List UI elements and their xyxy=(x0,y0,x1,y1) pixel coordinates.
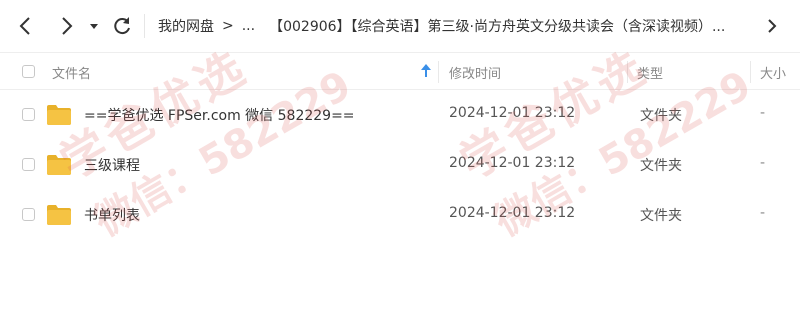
back-button[interactable] xyxy=(14,14,38,38)
folder-icon xyxy=(47,205,71,225)
file-modified: 2024-12-01 23:12 xyxy=(449,105,576,121)
breadcrumb: 我的网盘 > ... 【002906】【综合英语】第三级·尚方舟英文分级共读会（… xyxy=(158,16,725,36)
breadcrumb-root[interactable]: 我的网盘 xyxy=(158,16,214,36)
toolbar: 我的网盘 > ... 【002906】【综合英语】第三级·尚方舟英文分级共读会（… xyxy=(0,0,800,52)
file-size: - xyxy=(760,105,766,121)
file-row[interactable]: 书单列表 2024-12-01 23:12 文件夹 - xyxy=(0,190,800,240)
file-size: - xyxy=(760,155,766,171)
file-modified: 2024-12-01 23:12 xyxy=(449,205,576,221)
column-header-size[interactable]: 大小 xyxy=(760,63,786,82)
forward-button[interactable] xyxy=(54,14,78,38)
file-type: 文件夹 xyxy=(640,108,682,124)
folder-icon xyxy=(47,105,71,125)
file-type: 文件夹 xyxy=(640,158,682,174)
column-header-modified[interactable]: 修改时间 xyxy=(449,63,501,82)
refresh-icon xyxy=(114,17,130,35)
breadcrumb-current-folder[interactable]: 【002906】【综合英语】第三级·尚方舟英文分级共读会（含深读视频）... xyxy=(269,16,725,36)
file-row[interactable]: 三级课程 2024-12-01 23:12 文件夹 - xyxy=(0,140,800,190)
row-checkbox[interactable] xyxy=(22,108,35,121)
toolbar-divider xyxy=(144,14,145,38)
folder-icon xyxy=(47,155,71,175)
file-row[interactable]: ==学爸优选 FPSer.com 微信 582229== 2024-12-01 … xyxy=(0,90,800,140)
column-divider[interactable] xyxy=(438,61,439,83)
row-checkbox[interactable] xyxy=(22,158,35,171)
file-name[interactable]: 三级课程 xyxy=(84,155,140,175)
chevron-right-icon xyxy=(768,19,777,33)
column-header-row: 文件名 修改时间 类型 大小 xyxy=(0,52,800,90)
breadcrumb-scroll-right[interactable] xyxy=(765,17,779,39)
chevron-right-icon xyxy=(62,17,73,35)
file-name[interactable]: ==学爸优选 FPSer.com 微信 582229== xyxy=(84,105,355,125)
refresh-button[interactable] xyxy=(110,14,134,38)
column-header-type[interactable]: 类型 xyxy=(637,63,663,82)
select-all-checkbox[interactable] xyxy=(22,65,35,78)
file-modified: 2024-12-01 23:12 xyxy=(449,155,576,171)
breadcrumb-ellipsis[interactable]: ... xyxy=(242,18,255,34)
file-name[interactable]: 书单列表 xyxy=(84,205,140,225)
chevron-left-icon xyxy=(19,17,30,35)
column-header-name[interactable]: 文件名 xyxy=(52,63,91,82)
column-divider[interactable] xyxy=(627,61,628,83)
caret-down-icon xyxy=(90,24,98,29)
column-divider[interactable] xyxy=(750,61,751,83)
row-checkbox[interactable] xyxy=(22,208,35,221)
sort-ascending-icon[interactable] xyxy=(420,63,432,83)
file-size: - xyxy=(760,205,766,221)
breadcrumb-separator: > xyxy=(222,18,234,34)
history-dropdown-button[interactable] xyxy=(86,14,102,38)
file-type: 文件夹 xyxy=(640,208,682,224)
